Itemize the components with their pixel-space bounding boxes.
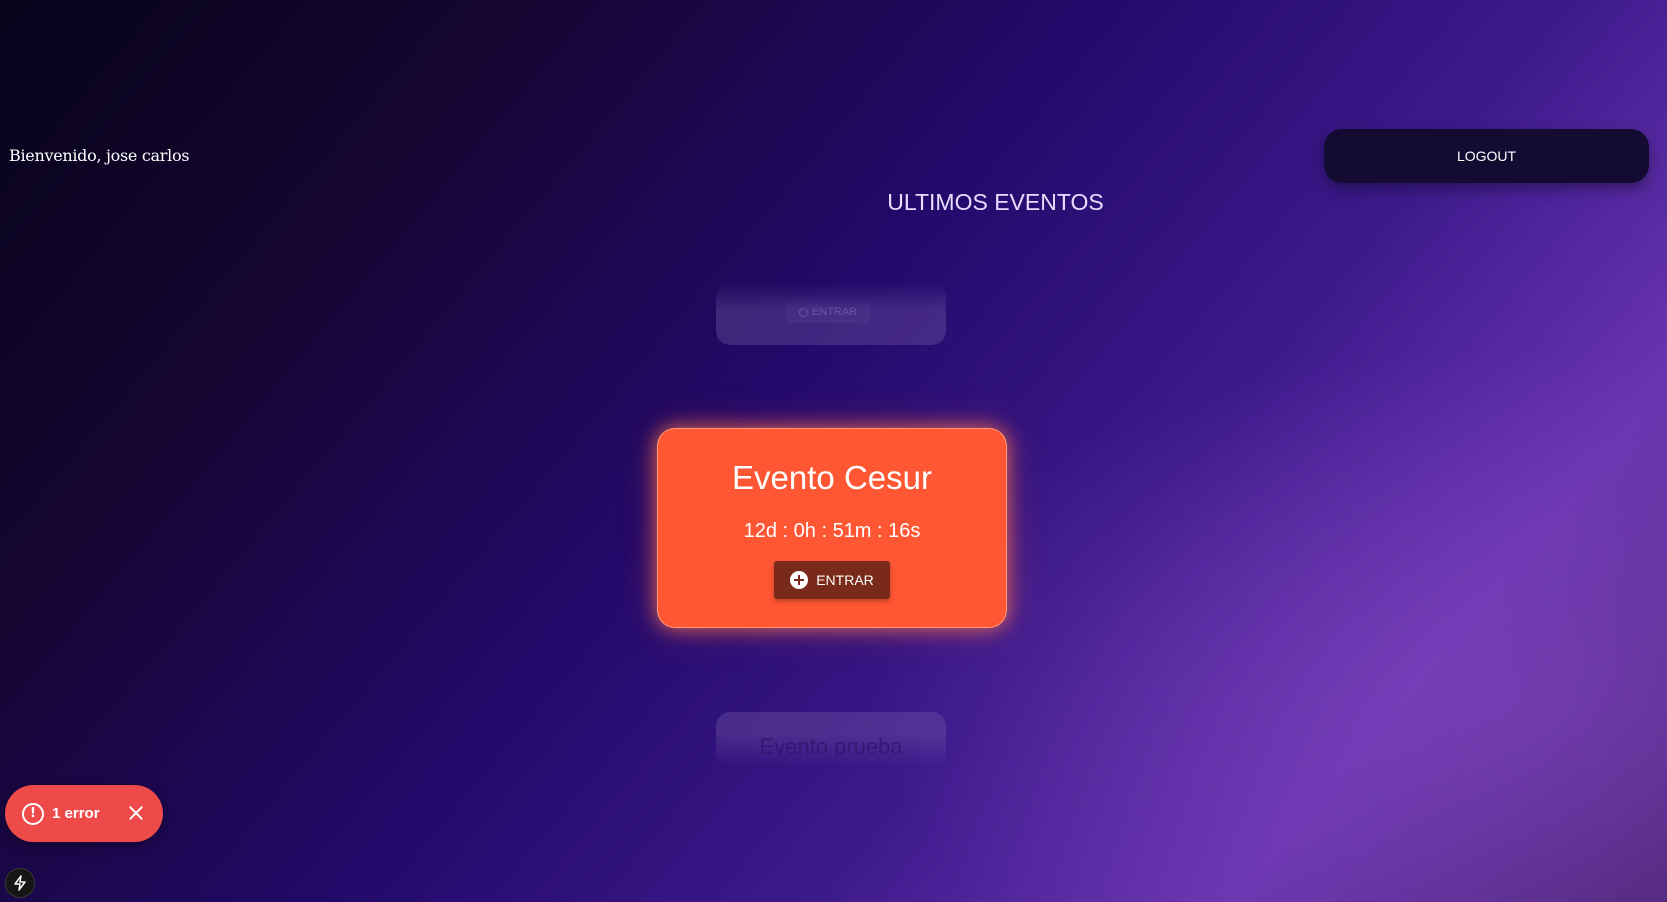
enter-button-label: ENTRAR [816,572,874,588]
alert-circle-icon: ! [22,802,44,825]
event-title-next: Evento prueba [759,734,903,759]
enter-button[interactable]: ENTRAR [774,561,890,599]
error-count-label: 1 error [52,805,100,822]
event-title: Evento Cesur [732,459,932,496]
welcome-text: Bienvenido, jose carlos [9,146,190,165]
event-card-previous[interactable]: ENTRAR [716,282,946,345]
event-card-next[interactable]: Evento prueba [716,712,946,767]
event-card-current: Evento Cesur 12d : 0h : 51m : 16s ENTRAR [657,428,1007,628]
enter-button-previous-label: ENTRAR [811,306,858,318]
close-icon[interactable] [127,804,145,822]
error-toast[interactable]: ! 1 error [5,785,163,842]
dev-indicator-button[interactable] [5,868,35,898]
plus-circle-icon [798,307,808,317]
section-title: ULTIMOS EVENTOS [887,189,1104,215]
plus-circle-icon [790,571,809,589]
enter-button-previous[interactable]: ENTRAR [786,301,870,323]
event-countdown: 12d : 0h : 51m : 16s [743,520,921,542]
bolt-icon [14,875,26,891]
section-title-wrap: ULTIMOS EVENTOS [0,189,1667,216]
logout-button[interactable]: LOGOUT [1324,129,1649,183]
